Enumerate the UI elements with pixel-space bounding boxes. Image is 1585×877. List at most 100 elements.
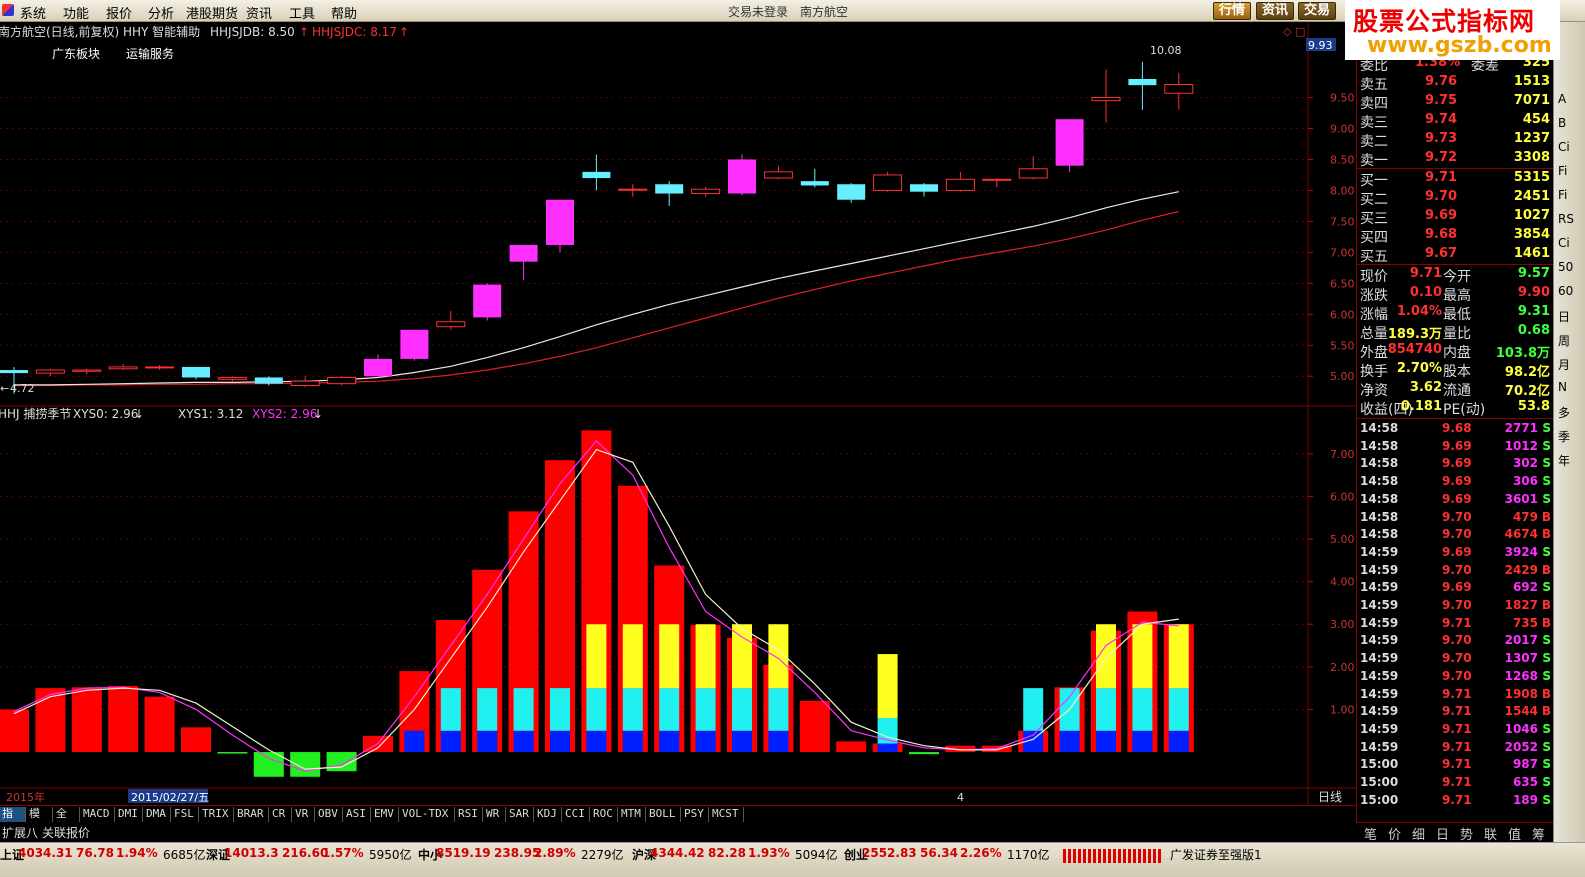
quote-panel: 委比 1.38% 委差 325 卖五 9.76 1513 卖四 9.75 7071 卖三 9.… (1356, 22, 1553, 822)
right-toolbar-item[interactable]: Fi (1558, 188, 1567, 202)
indicator-tab[interactable]: KDJ (535, 807, 562, 822)
right-toolbar-item[interactable]: N (1558, 380, 1567, 394)
market-button[interactable]: 行情 (1213, 2, 1252, 20)
quote-tab[interactable]: 日 (1436, 824, 1449, 843)
high-price-label: 10.08 (1150, 44, 1182, 57)
indicator-tab[interactable]: CR (270, 807, 292, 822)
maximize-icon[interactable]: □ (1295, 25, 1305, 38)
stat-label-2: 内盘 (1443, 345, 1471, 361)
menu-analysis[interactable]: 分析 (148, 3, 174, 22)
right-toolbar-item[interactable]: 季 (1558, 428, 1570, 445)
tab-related-quote[interactable]: 关联报价 (40, 824, 92, 841)
app-logo-icon (2, 4, 14, 16)
period-label[interactable]: 日线 (1318, 790, 1342, 804)
indicator-tab[interactable]: ROC (591, 807, 618, 822)
indicator-tab[interactable]: RSI (456, 807, 483, 822)
candle-body (145, 366, 175, 369)
menu-system[interactable]: 系统 (20, 3, 46, 22)
right-toolbar-item[interactable]: Ci (1558, 140, 1570, 154)
tick-volume: 1544 (1504, 704, 1538, 719)
quote-tab[interactable]: 价 (1388, 824, 1401, 843)
menu-help[interactable]: 帮助 (331, 3, 357, 22)
indicator-bar-segment (732, 688, 752, 731)
right-toolbar-item[interactable]: RS (1558, 212, 1574, 226)
stat-label-2: 流通 (1443, 383, 1471, 399)
tick-price: 9.70 (1442, 651, 1472, 666)
chart-area[interactable]: 9.50 9.00 8.50 8.00 7.50 7.00 6.50 6.00 5.50 5.00… (0, 22, 1356, 805)
ask-row: 卖三 9.74 454 (1357, 111, 1553, 131)
indicator-tab[interactable]: MTM (619, 807, 646, 822)
indicator-bar-segment (1168, 624, 1189, 689)
bid-row: 买四 9.68 3854 (1357, 226, 1553, 246)
quote-tab[interactable]: 细 (1412, 824, 1425, 843)
menu-hk-futures[interactable]: 港股期货 (186, 3, 238, 22)
stat-row: 涨幅 1.04% 最低 9.31 (1357, 303, 1553, 323)
bid-row: 买二 9.70 2451 (1357, 188, 1553, 208)
sector-tag-transport[interactable]: 运输服务 (126, 46, 174, 61)
indicator-tab[interactable]: CCI (563, 807, 590, 822)
quote-tab[interactable]: 联 (1484, 824, 1497, 843)
indicator-bar-segment (622, 688, 643, 731)
trade-button[interactable]: 交易 (1298, 2, 1337, 20)
indicator-tab[interactable]: OBV (316, 807, 343, 822)
bid-label: 买四 (1360, 230, 1388, 246)
indicator-tab[interactable]: DMI (116, 807, 143, 822)
right-toolbar-item[interactable]: 月 (1558, 356, 1570, 373)
indicator-bar (144, 696, 175, 753)
right-toolbar-item[interactable]: 50 (1558, 260, 1573, 274)
right-toolbar-item[interactable]: B (1558, 116, 1566, 130)
tick-time: 14:58 (1360, 456, 1399, 471)
quote-tab[interactable]: 筹 (1532, 824, 1545, 843)
right-toolbar-item[interactable]: Ci (1558, 236, 1570, 250)
right-toolbar-item[interactable]: 60 (1558, 284, 1573, 298)
tick-side: S (1542, 580, 1551, 595)
right-toolbar-item[interactable]: Fi (1558, 164, 1567, 178)
right-toolbar-item[interactable]: 日 (1558, 308, 1570, 325)
quote-tab[interactable]: 笔 (1364, 824, 1377, 843)
menu-function[interactable]: 功能 (63, 3, 89, 22)
ask-price: 9.74 (1425, 112, 1458, 127)
indicator-tab[interactable]: MACD (81, 807, 115, 822)
restore-icon[interactable]: ◇ (1283, 25, 1292, 38)
menu-news[interactable]: 资讯 (246, 3, 272, 22)
indicator-tab[interactable]: FSL (172, 807, 199, 822)
tick-row: 14:58 9.69 306 S (1357, 473, 1553, 491)
menu-tools[interactable]: 工具 (289, 3, 315, 22)
indicator-tab[interactable]: BOLL (647, 807, 681, 822)
indicator-tab[interactable]: DMA (144, 807, 171, 822)
tick-volume: 1827 (1504, 598, 1538, 612)
indicator-bar-segment (659, 688, 680, 731)
indicator-tab[interactable]: 模板 (27, 807, 53, 834)
indicator-tab[interactable]: TRIX (200, 807, 234, 822)
quote-tab[interactable]: 势 (1460, 824, 1473, 843)
index-change: 56.34 (920, 846, 958, 860)
news-button[interactable]: 资讯 (1256, 2, 1295, 20)
right-toolbar-item[interactable]: 多 (1558, 404, 1570, 421)
candle-body (546, 199, 574, 245)
indicator-tab[interactable]: 指标 (0, 807, 26, 834)
right-toolbar-item[interactable]: A (1558, 92, 1566, 106)
indicator-tab[interactable]: WR (484, 807, 506, 822)
indicator-tab[interactable]: 全部 (54, 807, 80, 834)
indicator-tab[interactable]: ASI (344, 807, 371, 822)
indicator-tab[interactable]: VOL-TDX (400, 807, 455, 822)
stat-row: 收益(四) 0.181 PE(动) 53.8 (1357, 398, 1553, 418)
indicator-tab[interactable]: PSY (682, 807, 709, 822)
indicator-tab[interactable]: MCST (710, 807, 744, 822)
tab-extension-8[interactable]: 扩展八 (0, 824, 40, 841)
sector-tag-guangdong[interactable]: 广东板块 (52, 47, 100, 61)
index-price: 14013.3 (224, 846, 279, 860)
tick-volume: 3601 (1504, 491, 1538, 506)
tick-volume: 2771 (1504, 421, 1538, 435)
right-toolbar-item[interactable]: 年 (1558, 452, 1570, 469)
indicator-tab[interactable]: BRAR (235, 807, 269, 822)
right-toolbar-item[interactable]: 周 (1558, 332, 1570, 349)
indicator-tab[interactable]: EMV (372, 807, 399, 822)
quote-tab[interactable]: 值 (1508, 824, 1521, 843)
index-percent: 1.57% (322, 846, 364, 860)
indicator-tab[interactable]: SAR (507, 807, 534, 822)
menu-quote[interactable]: 报价 (106, 3, 132, 22)
stat-label-2: 量比 (1443, 326, 1471, 342)
bid-price: 9.71 (1425, 170, 1458, 185)
indicator-tab[interactable]: VR (293, 807, 315, 822)
